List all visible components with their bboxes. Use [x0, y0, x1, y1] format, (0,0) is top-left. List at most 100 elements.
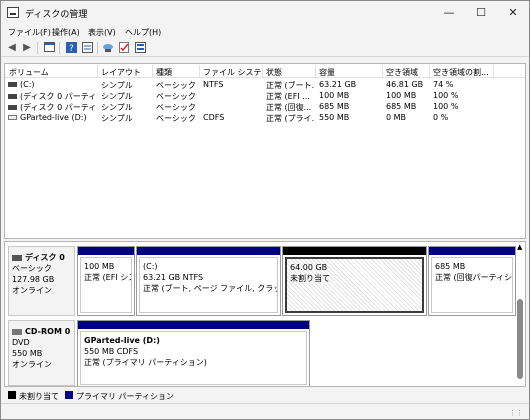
table-row[interactable]: (C:) シンプル ベーシック NTFS 正常 (ブート... 63.21 GB…: [5, 80, 525, 91]
partition-status: 正常 (EFI シス: [84, 273, 132, 282]
status-bar: ⋮⋮: [1, 403, 529, 419]
table-row[interactable]: GParted-live (D:) シンプル ベーシック CDFS 正常 (プラ…: [5, 113, 525, 124]
disk-0-label[interactable]: ディスク 0 ベーシック 127.98 GB オンライン: [8, 246, 75, 316]
volume-name-cell: GParted-live (D:): [8, 113, 96, 122]
col-filesystem[interactable]: ファイル システム: [203, 67, 261, 78]
back-arrow-icon[interactable]: ◀: [6, 42, 18, 54]
scroll-up-icon[interactable]: ▲: [517, 243, 522, 251]
partition-status: 正常 (ブート, ページ ファイル, クラッシュ ダン: [143, 284, 277, 293]
console-tree-icon[interactable]: [43, 42, 55, 54]
col-free-pct[interactable]: 空き領域の割...: [433, 67, 491, 78]
col-volume[interactable]: ボリューム: [9, 67, 97, 78]
scrollbar-thumb[interactable]: [517, 299, 523, 379]
partition-size: 64.00 GB: [290, 263, 328, 272]
volume-name-cell: (ディスク 0 パーティシ...: [8, 91, 96, 102]
partition-recovery[interactable]: 685 MB 正常 (回復パーティション: [428, 246, 516, 316]
legend-primary: プライマリ パーティション: [76, 392, 175, 401]
menu-view[interactable]: 表示(V): [88, 27, 116, 38]
column-divider[interactable]: [262, 65, 263, 77]
menu-help[interactable]: ヘルプ(H): [125, 27, 161, 38]
disk-graphical-view: ディスク 0 ベーシック 127.98 GB オンライン 100 MB 正常 (…: [4, 241, 526, 387]
partition-title: (C:): [143, 262, 158, 271]
partition-gparted-live[interactable]: GParted-live (D:) 550 MB CDFS 正常 (プライマリ …: [77, 320, 310, 386]
partition-unallocated[interactable]: 64.00 GB 未割り当て: [282, 246, 427, 316]
legend-swatch-primary: [65, 391, 73, 399]
minimize-button[interactable]: —: [433, 1, 465, 25]
toolbar-separator: [37, 42, 38, 54]
volume-name-cell: (ディスク 0 パーティシ...: [8, 102, 96, 113]
partition-status: 正常 (プライマリ パーティション): [84, 358, 207, 367]
check-icon[interactable]: [118, 42, 130, 54]
type-cell: ベーシック: [156, 103, 196, 112]
toolbar: ◀ ▶ ?: [1, 39, 529, 57]
partition-status: 未割り当て: [290, 274, 330, 283]
partition-body: 685 MB 正常 (回復パーティション: [431, 257, 513, 313]
primary-partition-bar: [429, 247, 515, 255]
status-cell: 正常 (プライ...: [266, 114, 314, 123]
table-row[interactable]: (ディスク 0 パーティシ... シンプル ベーシック 正常 (回復... 68…: [5, 102, 525, 113]
cdrom-0-label[interactable]: CD-ROM 0 DVD 550 MB オンライン: [8, 320, 75, 386]
primary-partition-bar: [78, 321, 309, 329]
column-divider[interactable]: [429, 65, 430, 77]
disk-management-app-icon: [7, 7, 19, 18]
properties-icon[interactable]: [81, 42, 93, 54]
capacity-cell: 550 MB: [319, 113, 350, 122]
capacity-cell: 685 MB: [319, 102, 350, 111]
partition-title: GParted-live (D:): [84, 336, 160, 345]
maximize-button[interactable]: ☐: [465, 1, 497, 25]
partition-size: 63.21 GB NTFS: [143, 273, 204, 282]
free-pct-cell: 100 %: [433, 102, 459, 111]
layout-cell: シンプル: [101, 114, 133, 123]
layout-cell: シンプル: [101, 92, 133, 101]
disk-management-window: ディスクの管理 — ☐ ✕ ファイル(F) 操作(A) 表示(V) ヘルプ(H)…: [0, 0, 530, 420]
column-divider[interactable]: [315, 65, 316, 77]
layout-cell: シンプル: [101, 81, 133, 90]
partition-size: 100 MB: [84, 262, 115, 271]
menu-action[interactable]: 操作(A): [52, 27, 80, 38]
free-cell: 0 MB: [386, 113, 407, 122]
table-row[interactable]: (ディスク 0 パーティシ... シンプル ベーシック 正常 (EFI ... …: [5, 91, 525, 102]
resize-grip-icon[interactable]: ⋮⋮: [509, 409, 523, 417]
column-divider[interactable]: [97, 65, 98, 77]
column-divider[interactable]: [152, 65, 153, 77]
list-icon[interactable]: [134, 42, 146, 54]
partition-body: 64.00 GB 未割り当て: [285, 257, 424, 313]
free-pct-cell: 74 %: [433, 80, 454, 89]
free-pct-cell: 0 %: [433, 113, 449, 122]
disk-0-state: オンライン: [12, 286, 52, 295]
cdrom-0-type: DVD: [12, 338, 30, 347]
disk-0-name: ディスク 0: [25, 253, 65, 262]
partition-size: 685 MB: [435, 262, 466, 271]
col-type[interactable]: 種類: [156, 67, 198, 78]
col-capacity[interactable]: 容量: [319, 67, 381, 78]
col-layout[interactable]: レイアウト: [101, 67, 151, 78]
disk-0-header: ディスク 0: [12, 252, 71, 263]
col-free[interactable]: 空き領域: [386, 67, 428, 78]
rescan-icon[interactable]: [102, 42, 114, 54]
hard-disk-icon: [12, 254, 22, 261]
layout-cell: シンプル: [101, 103, 133, 112]
close-button[interactable]: ✕: [497, 1, 529, 25]
column-divider[interactable]: [382, 65, 383, 77]
toolbar-separator: [59, 42, 60, 54]
legend-unallocated: 未割り当て: [19, 392, 59, 401]
cdrom-0-size: 550 MB: [12, 349, 43, 358]
volume-name: (C:): [20, 80, 35, 89]
partition-efi[interactable]: 100 MB 正常 (EFI シス: [77, 246, 135, 316]
free-cell: 685 MB: [386, 102, 417, 111]
volume-name-cell: (C:): [8, 80, 96, 89]
column-divider[interactable]: [199, 65, 200, 77]
disk-0-type: ベーシック: [12, 264, 52, 273]
col-status[interactable]: 状態: [266, 67, 314, 78]
capacity-cell: 63.21 GB: [319, 80, 357, 89]
menu-file[interactable]: ファイル(F): [8, 27, 51, 38]
status-cell: 正常 (回復...: [266, 103, 312, 112]
forward-arrow-icon[interactable]: ▶: [21, 42, 33, 54]
column-divider[interactable]: [493, 65, 494, 77]
help-icon[interactable]: ?: [65, 42, 77, 54]
disk-view-scrollbar[interactable]: ▲: [516, 241, 524, 387]
volume-name: (ディスク 0 パーティシ...: [20, 103, 96, 112]
free-pct-cell: 100 %: [433, 91, 459, 100]
partition-c[interactable]: (C:) 63.21 GB NTFS 正常 (ブート, ページ ファイル, クラ…: [136, 246, 281, 316]
primary-partition-bar: [137, 247, 280, 255]
